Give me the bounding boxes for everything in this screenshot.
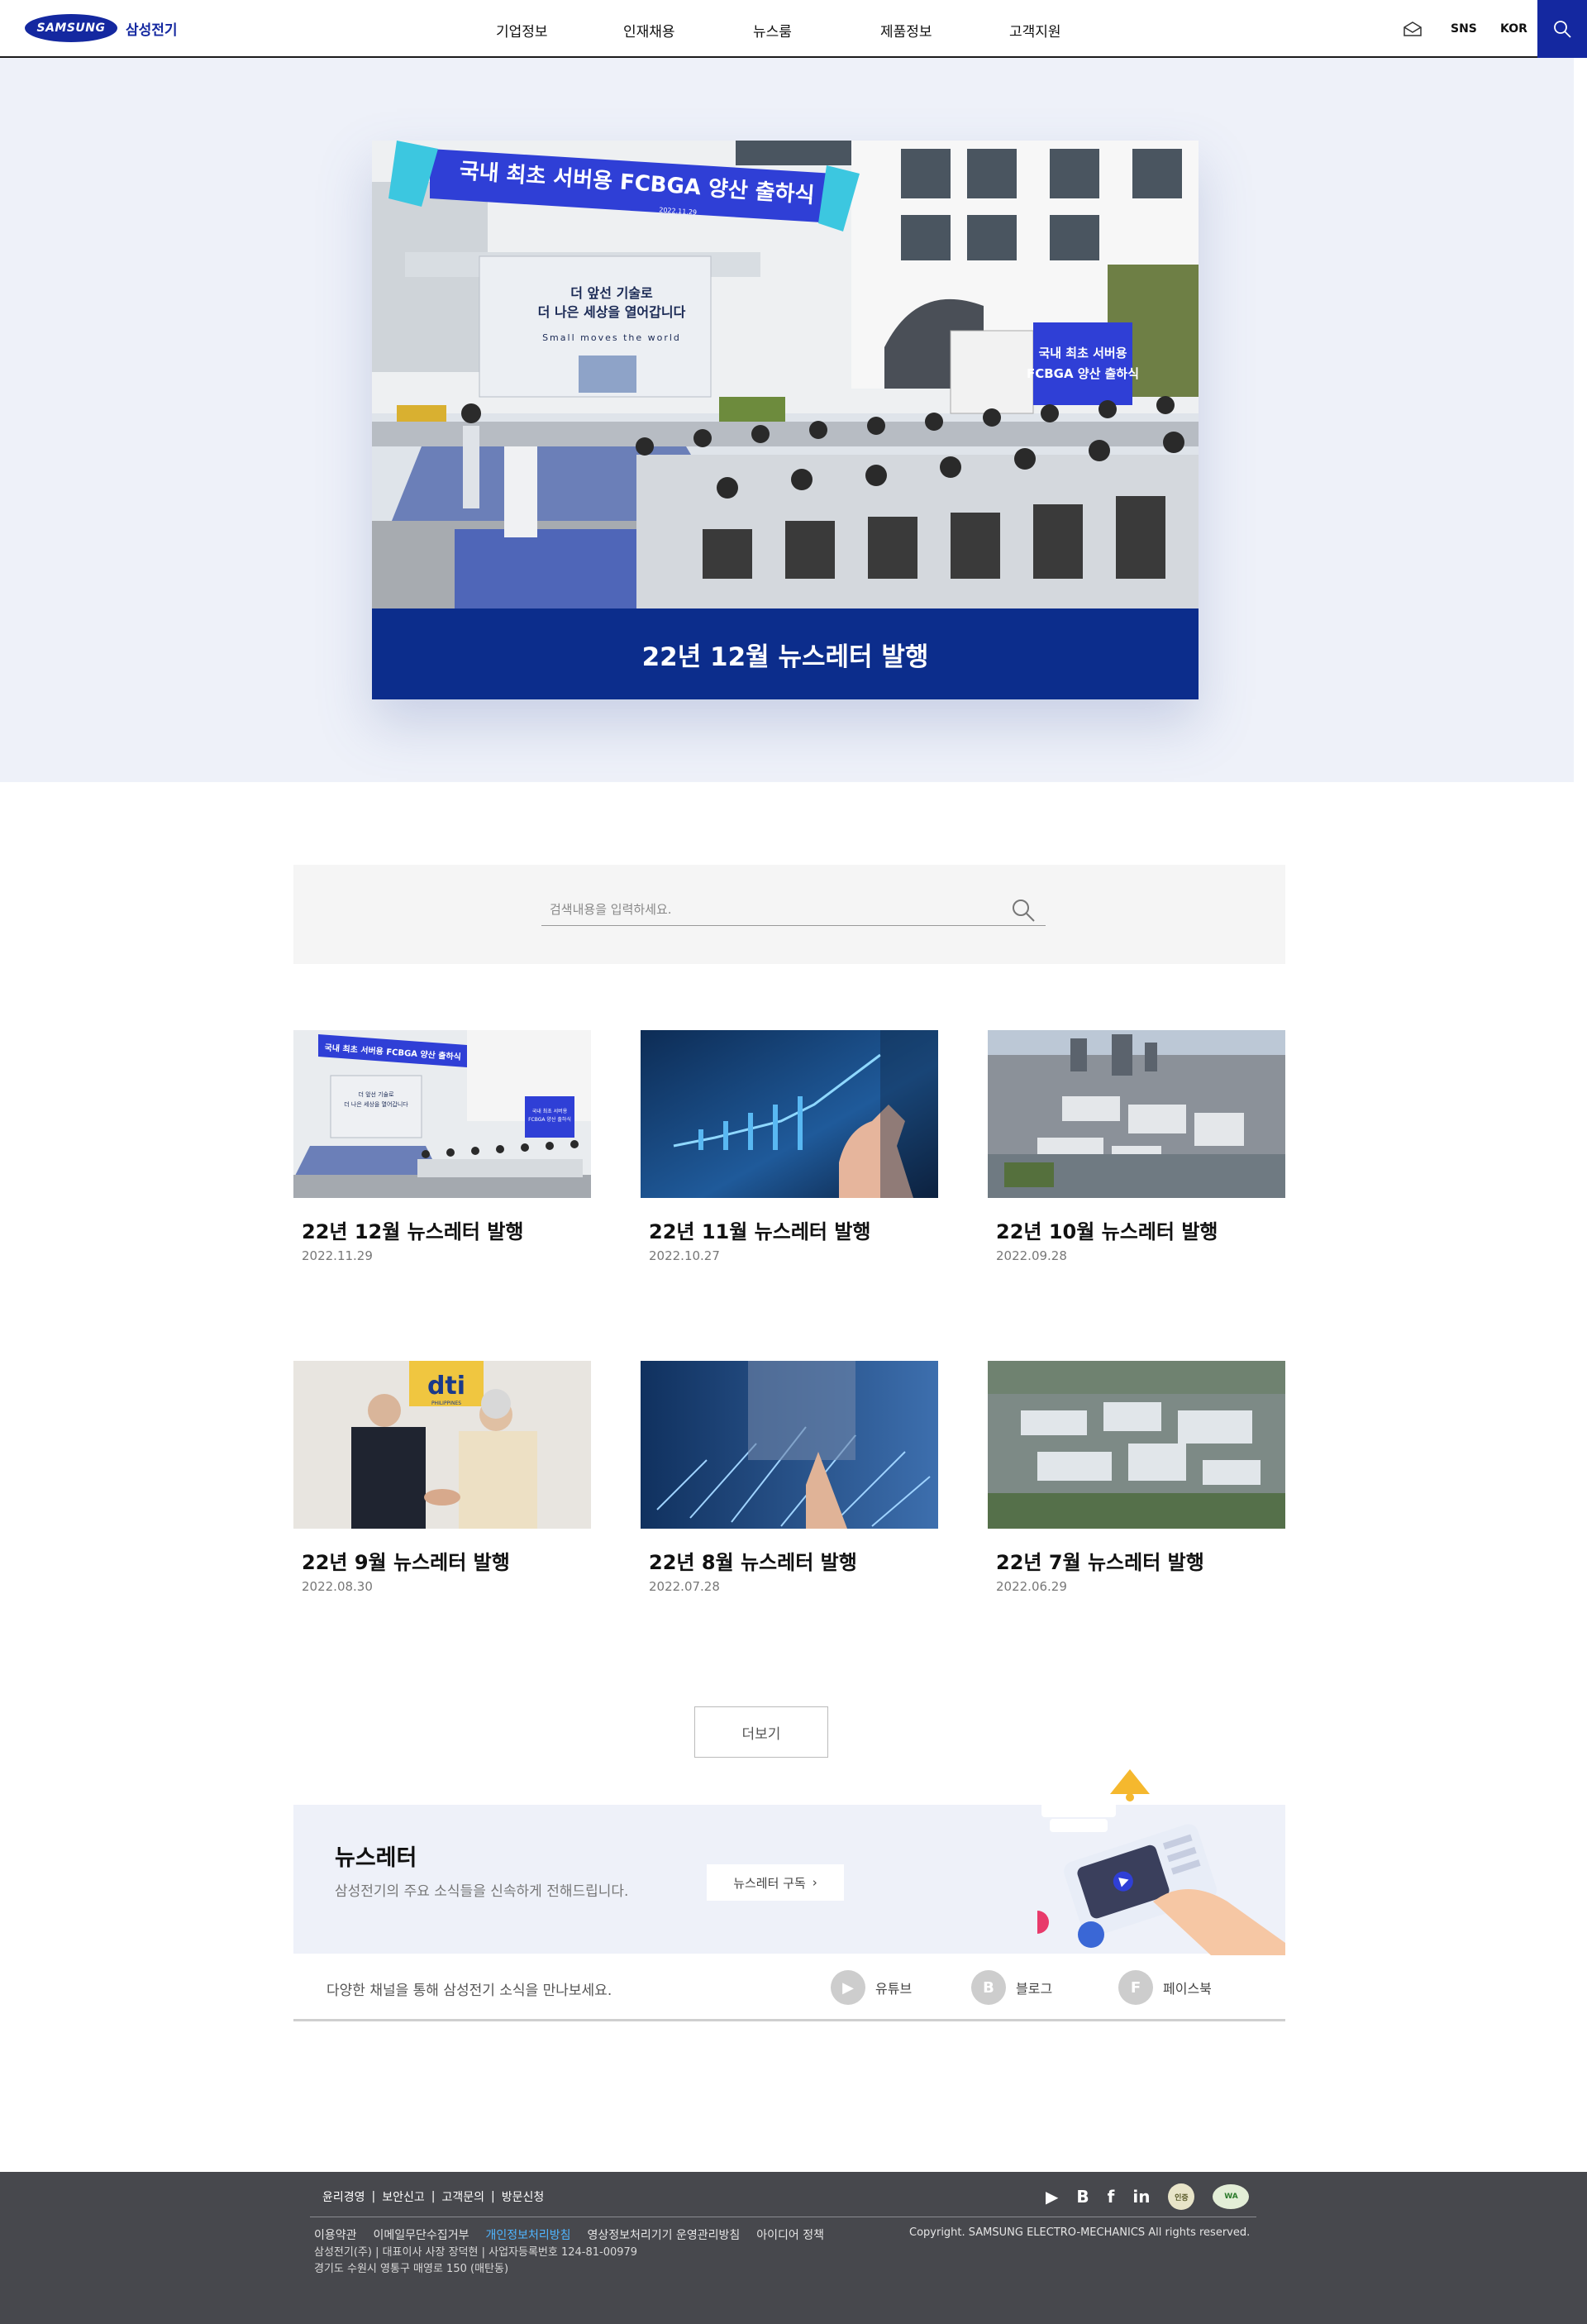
- card1-truck-line2: FCBGA 양산 출하식: [528, 1116, 571, 1123]
- footer-link-idea-policy[interactable]: 아이디어 정책: [756, 2226, 824, 2243]
- card1-screen-line2: 더 나은 세상을 열어갑니다: [344, 1100, 408, 1108]
- card-thumbnail-growth: [641, 1030, 938, 1198]
- youtube-link[interactable]: ▶ 유튜브: [831, 1970, 912, 2005]
- card-date: 2022.06.29: [996, 1579, 1067, 1594]
- channel-bar-text: 다양한 채널을 통해 삼성전기 소식을 만나보세요.: [326, 1983, 612, 1999]
- footer-company-info: 삼성전기(주) | 대표이사 사장 장덕현 | 사업자등록번호 124-81-0…: [314, 2246, 638, 2259]
- site-footer: 윤리경영 | 보안신고 | 고객문의 | 방문신청 ▶ B f in 인증 WA…: [0, 2172, 1587, 2324]
- search-input[interactable]: [541, 893, 1046, 926]
- card1-screen-line1: 더 앞선 기술로: [358, 1090, 394, 1098]
- card-title[interactable]: 22년 12월 뉴스레터 발행: [302, 1215, 524, 1244]
- nav-recruit[interactable]: 인재채용: [623, 20, 675, 41]
- facebook-icon: F: [1118, 1970, 1153, 2005]
- nav-support[interactable]: 고객지원: [1009, 20, 1061, 41]
- footer-separator: |: [371, 2190, 376, 2203]
- subscribe-label: 뉴스레터 구독: [733, 1875, 806, 1891]
- certification-badge: 인증: [1168, 2183, 1195, 2210]
- newsletter-card[interactable]: 22년 11월 뉴스레터 발행 2022.10.27: [641, 1030, 938, 1278]
- footer-link-ethics[interactable]: 윤리경영: [322, 2188, 365, 2205]
- card-thumbnail-aerial-campus: [988, 1030, 1285, 1198]
- card-date: 2022.11.29: [302, 1248, 373, 1263]
- logo-korean-text: 삼성전기: [126, 21, 178, 39]
- site-header: SAMSUNG 삼성전기 기업정보 인재채용 뉴스룸 제품정보 고객지원 SNS…: [0, 0, 1587, 58]
- social-channel-bar: 다양한 채널을 통해 삼성전기 소식을 만나보세요. ▶ 유튜브 B 블로그 F…: [293, 1954, 1285, 2021]
- footer-link-email-refusal[interactable]: 이메일무단수집거부: [374, 2226, 469, 2243]
- hero-caption[interactable]: 22년 12월 뉴스레터 발행: [372, 608, 1199, 699]
- footer-link-security-report[interactable]: 보안신고: [382, 2188, 425, 2205]
- newsletter-subscribe-button[interactable]: 뉴스레터 구독 ›: [707, 1864, 844, 1901]
- footer-top-links: 윤리경영 | 보안신고 | 고객문의 | 방문신청: [322, 2188, 544, 2205]
- footer-separator: |: [431, 2190, 436, 2203]
- footer-separator: |: [491, 2190, 495, 2203]
- footer-policy-links: 이용약관 이메일무단수집거부 개인정보처리방침 영상정보처리기기 운영관리방침 …: [314, 2226, 841, 2243]
- card-thumbnail-handshake: dti PHILIPPINES: [293, 1361, 591, 1529]
- footer-address: 경기도 수원시 영통구 매영로 150 (매탄동): [314, 2263, 509, 2275]
- newsletter-description: 삼성전기의 주요 소식들을 신속하게 전해드립니다.: [335, 1883, 629, 1900]
- hero-photo: 더 앞선 기술로 더 나은 세상을 열어갑니다 Small moves the …: [372, 141, 1199, 608]
- facebook-icon[interactable]: f: [1108, 2187, 1115, 2207]
- newsletter-card[interactable]: 22년 10월 뉴스레터 발행 2022.09.28: [988, 1030, 1285, 1278]
- card-date: 2022.07.28: [649, 1579, 720, 1594]
- linkedin-icon[interactable]: in: [1132, 2187, 1150, 2207]
- footer-link-visit[interactable]: 방문신청: [502, 2188, 545, 2205]
- card-title[interactable]: 22년 8월 뉴스레터 발행: [649, 1546, 857, 1575]
- chevron-right-icon: ›: [812, 1875, 817, 1890]
- footer-link-cctv-policy[interactable]: 영상정보처리기기 운영관리방침: [588, 2226, 741, 2243]
- hero-screen-line3: Small moves the world: [542, 332, 681, 343]
- blog-link[interactable]: B 블로그: [971, 1970, 1052, 2005]
- load-more-button[interactable]: 더보기: [694, 1706, 828, 1758]
- hero-truck-line2: FCBGA 양산 출하식: [1027, 366, 1139, 381]
- card-title[interactable]: 22년 7월 뉴스레터 발행: [996, 1546, 1204, 1575]
- language-selector[interactable]: KOR: [1500, 22, 1527, 36]
- youtube-icon: ▶: [831, 1970, 865, 2005]
- newsletter-card[interactable]: dti PHILIPPINES 22년 9월 뉴스레터 발행 2022.08.3…: [293, 1361, 591, 1609]
- newsletter-title: 뉴스레터: [335, 1845, 417, 1871]
- card-date: 2022.08.30: [302, 1579, 373, 1594]
- card1-truck-line1: 국내 최초 서버용: [532, 1108, 568, 1114]
- facebook-link[interactable]: F 페이스북: [1118, 1970, 1212, 2005]
- search-icon[interactable]: [1011, 898, 1036, 923]
- hero-truck-line1: 국내 최초 서버용: [1038, 346, 1127, 360]
- newsletter-card[interactable]: 22년 7월 뉴스레터 발행 2022.06.29: [988, 1361, 1285, 1609]
- nav-products[interactable]: 제품정보: [880, 20, 932, 41]
- footer-copyright: Copyright. SAMSUNG ELECTRO-MECHANICS All…: [909, 2226, 1251, 2239]
- web-accessibility-badge: WA: [1213, 2184, 1250, 2209]
- card-title[interactable]: 22년 10월 뉴스레터 발행: [996, 1215, 1218, 1244]
- search-icon: [1554, 21, 1571, 38]
- card4-sign-logo: dti: [427, 1372, 465, 1401]
- youtube-icon[interactable]: ▶: [1046, 2187, 1058, 2207]
- newsletter-search-box: [293, 865, 1285, 964]
- blog-icon[interactable]: B: [1076, 2187, 1089, 2207]
- card-title[interactable]: 22년 11월 뉴스레터 발행: [649, 1215, 871, 1244]
- hero-screen-line2: 더 나은 세상을 열어갑니다: [538, 304, 686, 320]
- card4-sign-sub: PHILIPPINES: [431, 1401, 461, 1406]
- footer-link-terms[interactable]: 이용약관: [314, 2226, 357, 2243]
- card-title[interactable]: 22년 9월 뉴스레터 발행: [302, 1546, 510, 1575]
- hero-featured-card[interactable]: 더 앞선 기술로 더 나은 세상을 열어갑니다 Small moves the …: [372, 141, 1199, 699]
- footer-social-icons: ▶ B f in 인증 WA: [1046, 2183, 1250, 2210]
- samsung-logo-mark: SAMSUNG: [25, 14, 117, 42]
- header-search-button[interactable]: [1537, 0, 1587, 58]
- hero-screen-line1: 더 앞선 기술로: [570, 285, 653, 301]
- nav-company-info[interactable]: 기업정보: [496, 20, 548, 41]
- card-thumbnail-arrows: [641, 1361, 938, 1529]
- mail-icon[interactable]: [1403, 21, 1423, 37]
- card-date: 2022.09.28: [996, 1248, 1067, 1263]
- card-date: 2022.10.27: [649, 1248, 720, 1263]
- sns-link[interactable]: SNS: [1451, 22, 1477, 36]
- facebook-label: 페이스북: [1163, 1981, 1212, 1997]
- blog-label: 블로그: [1016, 1981, 1053, 1997]
- youtube-label: 유튜브: [875, 1981, 913, 1997]
- newsletter-illustration: [1037, 1769, 1285, 1955]
- footer-link-inquiry[interactable]: 고객문의: [442, 2188, 485, 2205]
- card-thumbnail-aerial-factory: [988, 1361, 1285, 1529]
- blog-icon: B: [971, 1970, 1006, 2005]
- samsung-logo[interactable]: SAMSUNG 삼성전기: [25, 13, 178, 43]
- footer-link-privacy[interactable]: 개인정보처리방침: [485, 2226, 570, 2243]
- newsletter-card[interactable]: 국내 최초 서버용 FCBGA 양산 출하식 더 앞선 기술로 더 나은 세상을…: [293, 1030, 591, 1278]
- card-thumbnail-ceremony: 국내 최초 서버용 FCBGA 양산 출하식 더 앞선 기술로 더 나은 세상을…: [293, 1030, 591, 1198]
- nav-newsroom[interactable]: 뉴스룸: [753, 20, 792, 41]
- newsletter-card[interactable]: 22년 8월 뉴스레터 발행 2022.07.28: [641, 1361, 938, 1609]
